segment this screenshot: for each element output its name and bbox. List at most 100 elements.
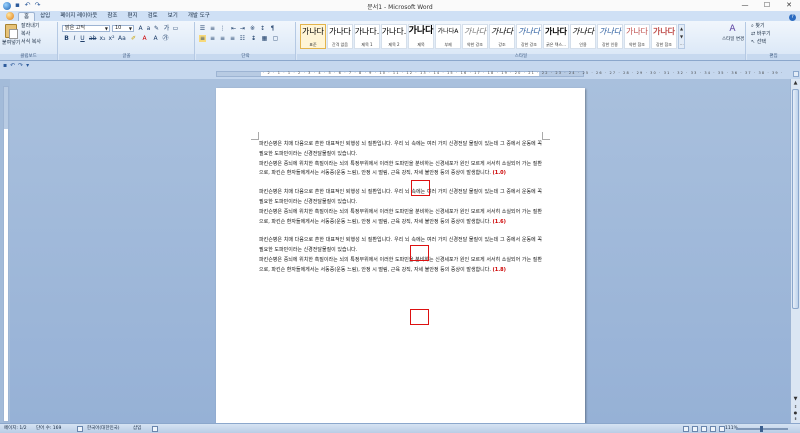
tab-insert[interactable]: 삽입: [35, 12, 55, 21]
tab-page-layout[interactable]: 페이지 레이아웃: [55, 12, 102, 21]
style-no-spacing[interactable]: 가나다 간격 없음: [327, 24, 353, 49]
align-center-icon[interactable]: ≡: [209, 35, 216, 42]
maximize-button[interactable]: ☐: [756, 0, 778, 11]
horizontal-ruler[interactable]: · 2 · 1 · 1 · 2 · 3 · 4 · 5 · 6 · 7 · 8 …: [216, 71, 782, 77]
office-logo-icon[interactable]: [3, 1, 11, 10]
find-button[interactable]: ⌕ 찾기: [751, 23, 765, 30]
style-subtle-reference[interactable]: 가나다 약한 참조: [624, 24, 650, 49]
minimize-button[interactable]: —: [734, 0, 756, 11]
style-intense-emphasis[interactable]: 가나다 강한 강조: [516, 24, 542, 49]
change-styles-icon[interactable]: A: [729, 25, 736, 34]
bold-icon[interactable]: B: [63, 35, 70, 42]
paste-button[interactable]: 붙여넣기: [2, 40, 20, 47]
bullets-icon[interactable]: ☰: [199, 25, 206, 32]
line-spacing-icon[interactable]: ↨: [250, 35, 257, 42]
strikethrough-icon[interactable]: ab: [89, 35, 97, 42]
align-left-icon[interactable]: ≡: [199, 35, 206, 42]
word-count[interactable]: 단어 수: 169: [36, 425, 61, 433]
borders-icon[interactable]: ▢: [272, 35, 279, 42]
shading-icon[interactable]: ▦: [261, 35, 268, 42]
save-icon[interactable]: ▪: [3, 62, 7, 69]
style-strong[interactable]: 가나다 굵은 텍스...: [543, 24, 569, 49]
cut-button[interactable]: 잘라내기: [21, 23, 39, 30]
customize-icon[interactable]: ▾: [26, 62, 29, 69]
undo-icon[interactable]: ↶: [24, 2, 31, 9]
distribute-icon[interactable]: ☷: [239, 35, 246, 42]
asian-layout-icon[interactable]: ※: [249, 25, 256, 32]
font-size-combo[interactable]: 10 ▼: [112, 25, 134, 32]
copy-button[interactable]: 복사: [21, 31, 30, 38]
char-shading-icon[interactable]: A: [152, 35, 159, 42]
show-marks-icon[interactable]: ¶: [269, 25, 276, 32]
tab-home[interactable]: 홈: [18, 12, 36, 21]
multilevel-list-icon[interactable]: ⋮: [219, 25, 226, 32]
paste-icon[interactable]: [5, 24, 18, 39]
style-normal[interactable]: 가나다 표준: [300, 24, 326, 49]
chevron-down-icon[interactable]: ▼: [679, 33, 684, 41]
format-painter-button[interactable]: 서식 복사: [21, 39, 41, 46]
scroll-thumb[interactable]: [792, 89, 799, 309]
grow-font-icon[interactable]: A: [137, 25, 144, 32]
vertical-scrollbar[interactable]: ▲ ▼ ⇞ ● ⇟: [790, 79, 800, 423]
numbering-icon[interactable]: ≡: [209, 25, 216, 32]
web-layout-icon[interactable]: [701, 426, 707, 432]
style-subtitle[interactable]: 가나다A 부제: [435, 24, 461, 49]
style-title[interactable]: 가나다 제목: [408, 24, 434, 49]
vertical-ruler[interactable]: [3, 86, 9, 422]
view-ruler-toggle[interactable]: [793, 71, 799, 77]
style-quote[interactable]: 가나다 인용: [570, 24, 596, 49]
enclose-char-icon[interactable]: ㉮: [162, 35, 169, 42]
page[interactable]: 파킨슨병은 치매 다음으로 흔한 대표적인 퇴행성 뇌 질환입니다. 우리 뇌 …: [216, 88, 585, 424]
subscript-icon[interactable]: x₂: [99, 35, 106, 42]
change-case-icon[interactable]: Aa: [118, 35, 126, 42]
tab-review[interactable]: 검토: [143, 12, 163, 21]
style-intense-reference[interactable]: 가나다 강한 참조: [651, 24, 677, 49]
scroll-up-icon[interactable]: ▲: [791, 79, 800, 88]
style-intense-quote[interactable]: 가나다 강한 인용: [597, 24, 623, 49]
highlight-icon[interactable]: ✐: [130, 35, 137, 42]
paragraph[interactable]: 파킨슨병은 치매 다음으로 흔한 대표적인 퇴행성 뇌 질환입니다. 우리 뇌 …: [259, 188, 542, 227]
replace-button[interactable]: ⇄ 바꾸기: [751, 31, 771, 38]
proofing-icon[interactable]: [77, 426, 83, 432]
styles-scroll[interactable]: ▲ ▼ ⋯: [678, 24, 685, 49]
office-button[interactable]: [4, 11, 15, 21]
save-icon[interactable]: ▪: [14, 2, 21, 9]
align-right-icon[interactable]: ≡: [219, 35, 226, 42]
paragraph[interactable]: 파킨슨병은 치매 다음으로 흔한 대표적인 퇴행성 뇌 질환입니다. 우리 뇌 …: [259, 236, 542, 275]
font-color-icon[interactable]: A: [141, 35, 148, 42]
increase-indent-icon[interactable]: ⇥: [239, 25, 246, 32]
font-name-combo[interactable]: 맑은 고딕 ▼: [62, 25, 110, 32]
scroll-down-icon[interactable]: ▼: [791, 395, 800, 403]
print-layout-icon[interactable]: [683, 426, 689, 432]
undo-icon[interactable]: ↶: [10, 62, 15, 69]
language[interactable]: 한국어(대한민국): [87, 425, 120, 433]
style-emphasis[interactable]: 가나다 강조: [489, 24, 515, 49]
phonetic-guide-icon[interactable]: 가: [163, 25, 170, 32]
sort-icon[interactable]: ↕: [259, 25, 266, 32]
superscript-icon[interactable]: x²: [108, 35, 115, 42]
more-icon[interactable]: ⋯: [679, 41, 684, 49]
next-page-icon[interactable]: ⇟: [791, 416, 800, 422]
page-count[interactable]: 페이지: 1/2: [4, 425, 27, 433]
shrink-font-icon[interactable]: a: [145, 25, 152, 32]
char-border-icon[interactable]: ▭: [172, 25, 179, 32]
style-heading-1[interactable]: 가나다. 제목 1: [354, 24, 380, 49]
change-styles-button[interactable]: 스타일 변경: [722, 36, 744, 43]
italic-icon[interactable]: I: [71, 35, 78, 42]
outline-icon[interactable]: [710, 426, 716, 432]
full-screen-reading-icon[interactable]: [692, 426, 698, 432]
chevron-up-icon[interactable]: ▲: [679, 25, 684, 33]
tab-mailings[interactable]: 편지: [122, 12, 142, 21]
style-subtle-emphasis[interactable]: 가나다 약한 강조: [462, 24, 488, 49]
tab-developer[interactable]: 개발 도구: [183, 12, 215, 21]
clear-format-icon[interactable]: ✎: [153, 25, 160, 32]
select-button[interactable]: ↖ 선택: [751, 39, 766, 46]
zoom-slider-knob[interactable]: [760, 426, 763, 432]
close-button[interactable]: ✕: [778, 0, 800, 11]
tab-references[interactable]: 참조: [102, 12, 122, 21]
tab-view[interactable]: 보기: [163, 12, 183, 21]
redo-icon[interactable]: ↷: [34, 2, 41, 9]
zoom-slider[interactable]: [736, 426, 788, 432]
redo-icon[interactable]: ↷: [18, 62, 23, 69]
style-heading-2[interactable]: 가나다. 제목 2: [381, 24, 407, 49]
